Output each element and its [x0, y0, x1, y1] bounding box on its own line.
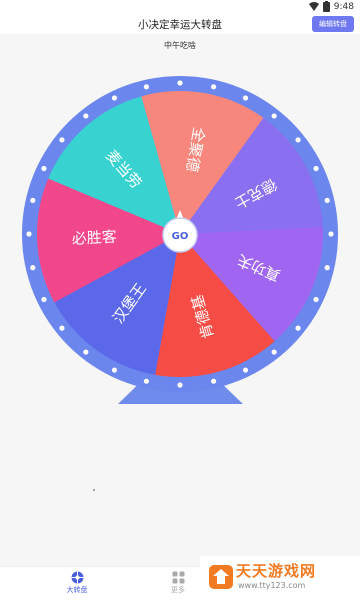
- rim-dot: [211, 378, 217, 384]
- rim-dot: [328, 231, 334, 237]
- status-icons: 9:48: [308, 1, 354, 12]
- status-bar: 9:48: [0, 0, 360, 14]
- rim-dot: [30, 197, 36, 203]
- watermark: 天天游戏网 www.tty123.com: [200, 556, 360, 600]
- edit-wheel-button[interactable]: 编辑转盘: [312, 16, 354, 32]
- watermark-text: 天天游戏网: [236, 562, 317, 580]
- go-label: GO: [172, 231, 189, 242]
- rim-dot: [242, 95, 249, 101]
- tab-more-label: 更多: [171, 586, 185, 594]
- rim-dot: [271, 113, 277, 119]
- watermark-url: www.tty123.com: [238, 581, 306, 590]
- rim-dot: [295, 137, 301, 143]
- tab-wheel-label: 大转盘: [66, 586, 88, 594]
- app-header: 小决定幸运大转盘 编辑转盘: [0, 14, 360, 34]
- rim-dot: [143, 84, 149, 90]
- status-time: 9:48: [333, 1, 354, 12]
- lucky-wheel[interactable]: 全聚德德克士真功夫肯德基汉堡王必胜客麦当劳 GO: [0, 34, 360, 566]
- rim-dot: [324, 197, 330, 203]
- battery-icon: [322, 1, 330, 12]
- rim-dot: [26, 231, 32, 237]
- wifi-icon: [308, 2, 319, 11]
- rim-dot: [177, 382, 183, 388]
- wheel-segment-label: 必胜客: [71, 228, 117, 248]
- watermark-logo-icon: [209, 565, 233, 589]
- tab-wheel[interactable]: 大转盘: [47, 571, 107, 595]
- grid-icon: [172, 571, 184, 584]
- rim-dot: [59, 137, 65, 143]
- rim-dot: [271, 349, 277, 355]
- rim-dot: [242, 367, 249, 373]
- rim-dot: [324, 265, 330, 271]
- tab-more[interactable]: 更多: [148, 571, 208, 595]
- rim-dot: [111, 95, 118, 101]
- page-title: 小决定幸运大转盘: [138, 19, 222, 31]
- rim-dot: [211, 84, 217, 90]
- rim-dot: [313, 165, 319, 172]
- rim-dot: [83, 113, 89, 119]
- rim-dot: [111, 367, 118, 373]
- rim-dot: [30, 265, 36, 271]
- rim-dot: [83, 349, 89, 355]
- rim-dot: [313, 296, 319, 303]
- rim-dot: [295, 325, 301, 331]
- wheel-area: 中午吃啥 全聚德 德克士 真功夫 肯德基 汉堡王 必胜客 麦当劳 GO: [0, 34, 360, 566]
- stray-dot: [93, 489, 95, 491]
- rim-dot: [59, 325, 65, 331]
- rim-dot: [177, 80, 183, 86]
- rim-dot: [143, 378, 149, 384]
- rim-dot: [41, 165, 47, 172]
- rim-dot: [41, 296, 47, 303]
- wheel-icon: [71, 571, 83, 584]
